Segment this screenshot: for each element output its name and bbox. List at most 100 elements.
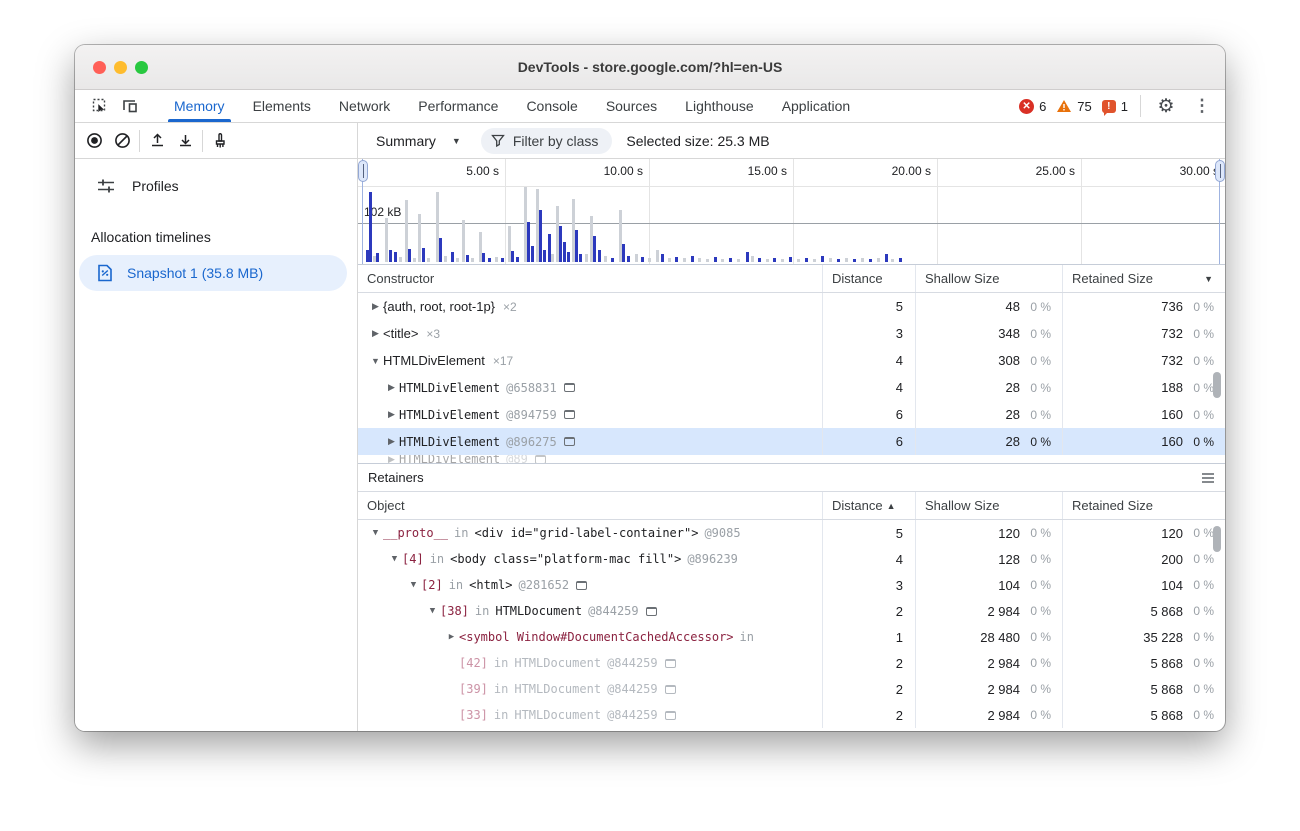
inspect-element-button[interactable] bbox=[87, 94, 113, 118]
toggle-device-toolbar-button[interactable] bbox=[117, 94, 143, 118]
allocation-bar bbox=[797, 259, 800, 262]
reveal-in-elements-icon[interactable] bbox=[576, 581, 587, 590]
retainer-property: [38] bbox=[440, 604, 469, 618]
allocation-bar bbox=[773, 258, 776, 262]
retainer-row[interactable]: [33] in HTMLDocument @844259 2 2 9840 % … bbox=[358, 702, 1225, 728]
retained-size-cell: 2000 % bbox=[1062, 546, 1225, 572]
expand-arrow-icon[interactable]: ▶ bbox=[384, 436, 399, 447]
tab-lighthouse[interactable]: Lighthouse bbox=[671, 90, 768, 122]
minimize-window-button[interactable] bbox=[114, 61, 127, 74]
tab-elements[interactable]: Elements bbox=[239, 90, 325, 122]
retainer-row[interactable]: [39] in HTMLDocument @844259 2 2 9840 % … bbox=[358, 676, 1225, 702]
more-options-button[interactable]: ⋮ bbox=[1189, 94, 1215, 118]
retainer-row[interactable]: ▼ [38] in HTMLDocument @844259 2 2 9840 … bbox=[358, 598, 1225, 624]
constructor-row[interactable]: ▼ HTMLDivElement ×17 4 3080 % 7320 % bbox=[358, 347, 1225, 374]
record-heap-button[interactable] bbox=[81, 129, 107, 153]
column-header-retained-size[interactable]: Retained Size ▼ bbox=[1062, 265, 1225, 292]
reveal-in-elements-icon[interactable] bbox=[564, 410, 575, 419]
constructor-row[interactable]: ▶ {auth, root, root-1p} ×2 5 480 % 7360 … bbox=[358, 293, 1225, 320]
column-header-object[interactable]: Object bbox=[358, 492, 822, 519]
expand-arrow-icon[interactable]: ▶ bbox=[384, 382, 399, 393]
error-count: 6 bbox=[1039, 99, 1046, 114]
constructor-row-partial[interactable]: ▶HTMLDivElement @89 bbox=[358, 455, 1225, 463]
perspective-select[interactable]: Summary ▼ bbox=[370, 129, 467, 153]
reveal-in-elements-icon[interactable] bbox=[665, 685, 676, 694]
hamburger-menu-icon[interactable] bbox=[1201, 472, 1215, 484]
load-profile-button[interactable] bbox=[144, 129, 170, 153]
tab-network[interactable]: Network bbox=[325, 90, 404, 122]
expand-arrow-icon[interactable]: ▼ bbox=[387, 554, 402, 564]
constructor-row[interactable]: ▶ HTMLDivElement @658831 4 280 % 1880 % bbox=[358, 374, 1225, 401]
retainer-in-keyword: in bbox=[475, 604, 489, 618]
reveal-in-elements-icon[interactable] bbox=[564, 437, 575, 446]
shallow-size-cell: 3480 % bbox=[915, 320, 1062, 347]
constructor-row[interactable]: ▶ HTMLDivElement @896275 6 280 % 1600 % bbox=[358, 428, 1225, 455]
allocation-bar bbox=[408, 249, 411, 262]
allocation-bar bbox=[729, 258, 732, 262]
reveal-in-elements-icon[interactable] bbox=[564, 383, 575, 392]
expand-arrow-icon[interactable]: ▶ bbox=[444, 632, 459, 642]
save-profile-button[interactable] bbox=[172, 129, 198, 153]
expand-arrow-icon[interactable]: ▶ bbox=[384, 409, 399, 420]
object-id: @896239 bbox=[687, 552, 738, 566]
zoom-window-button[interactable] bbox=[135, 61, 148, 74]
settings-button[interactable]: ⚙ bbox=[1153, 94, 1179, 118]
allocation-bar bbox=[456, 258, 459, 262]
retainer-property: [39] bbox=[459, 682, 488, 696]
constructor-row[interactable]: ▶ HTMLDivElement @894759 6 280 % 1600 % bbox=[358, 401, 1225, 428]
distance-cell: 5 bbox=[822, 293, 915, 320]
distance-cell: 1 bbox=[822, 624, 915, 650]
tab-sources[interactable]: Sources bbox=[592, 90, 671, 122]
tab-performance[interactable]: Performance bbox=[404, 90, 512, 122]
allocation-bar bbox=[471, 258, 474, 262]
retainer-in-keyword: in bbox=[454, 526, 468, 540]
column-header-shallow-size[interactable]: Shallow Size bbox=[915, 492, 1062, 519]
column-header-constructor[interactable]: Constructor bbox=[358, 265, 822, 292]
tab-console[interactable]: Console bbox=[512, 90, 591, 122]
close-window-button[interactable] bbox=[93, 61, 106, 74]
tab-application[interactable]: Application bbox=[768, 90, 865, 122]
allocation-timeline-chart[interactable]: 5.00 s10.00 s15.00 s20.00 s25.00 s30.00 … bbox=[358, 159, 1225, 265]
retainer-row[interactable]: ▼ [4] in <body class="platform-mac fill"… bbox=[358, 546, 1225, 572]
expand-arrow-icon[interactable]: ▼ bbox=[368, 528, 383, 538]
allocation-bar bbox=[543, 250, 546, 262]
class-filter-input[interactable]: Filter by class bbox=[481, 128, 613, 154]
clear-all-button[interactable] bbox=[207, 129, 233, 153]
retainer-row[interactable]: ▼ __proto__ in <div id="grid-label-conta… bbox=[358, 520, 1225, 546]
expand-arrow-icon[interactable]: ▼ bbox=[368, 356, 383, 366]
retainer-row[interactable]: ▼ [2] in <html> @281652 3 1040 % 1040 % bbox=[358, 572, 1225, 598]
sidebar-item-snapshot-1[interactable]: Snapshot 1 (35.8 MB) bbox=[79, 255, 347, 291]
retainer-row[interactable]: [42] in HTMLDocument @844259 2 2 9840 % … bbox=[358, 650, 1225, 676]
constructor-row[interactable]: ▶ <title> ×3 3 3480 % 7320 % bbox=[358, 320, 1225, 347]
expand-arrow-icon[interactable]: ▼ bbox=[406, 580, 421, 590]
allocation-bar bbox=[675, 257, 678, 262]
expand-arrow-icon[interactable]: ▶ bbox=[368, 301, 383, 312]
allocation-bar bbox=[661, 254, 664, 262]
reveal-in-elements-icon[interactable] bbox=[646, 607, 657, 616]
issues-badge[interactable]: ! 1 bbox=[1102, 99, 1128, 114]
tab-memory[interactable]: Memory bbox=[160, 90, 239, 122]
profiles-label: Profiles bbox=[132, 178, 179, 194]
reveal-in-elements-icon[interactable] bbox=[665, 711, 676, 720]
column-header-retained-size[interactable]: Retained Size bbox=[1062, 492, 1225, 519]
range-start-handle[interactable] bbox=[358, 160, 368, 182]
retainers-scrollbar-thumb[interactable] bbox=[1213, 526, 1221, 552]
column-header-distance[interactable]: Distance ▲ bbox=[822, 492, 915, 519]
upload-icon bbox=[149, 132, 166, 149]
range-end-handle[interactable] bbox=[1215, 160, 1225, 182]
column-header-shallow-size[interactable]: Shallow Size bbox=[915, 265, 1062, 292]
reveal-in-elements-icon[interactable] bbox=[665, 659, 676, 668]
retainer-row[interactable]: ▶ <symbol Window#DocumentCachedAccessor>… bbox=[358, 624, 1225, 650]
clear-profiles-button[interactable] bbox=[109, 129, 135, 153]
expand-arrow-icon[interactable]: ▼ bbox=[425, 606, 440, 616]
sidebar-item-profiles[interactable]: Profiles bbox=[75, 169, 357, 203]
instance-count: ×2 bbox=[503, 300, 517, 314]
console-warnings-badge[interactable]: 75 bbox=[1056, 99, 1091, 114]
column-header-distance[interactable]: Distance bbox=[822, 265, 915, 292]
expand-arrow-icon[interactable]: ▶ bbox=[368, 328, 383, 339]
allocation-bar bbox=[369, 192, 372, 262]
console-errors-badge[interactable]: ✕ 6 bbox=[1019, 99, 1046, 114]
distance-cell: 4 bbox=[822, 347, 915, 374]
allocation-bar bbox=[845, 258, 848, 262]
constructor-scrollbar-thumb[interactable] bbox=[1213, 372, 1221, 398]
